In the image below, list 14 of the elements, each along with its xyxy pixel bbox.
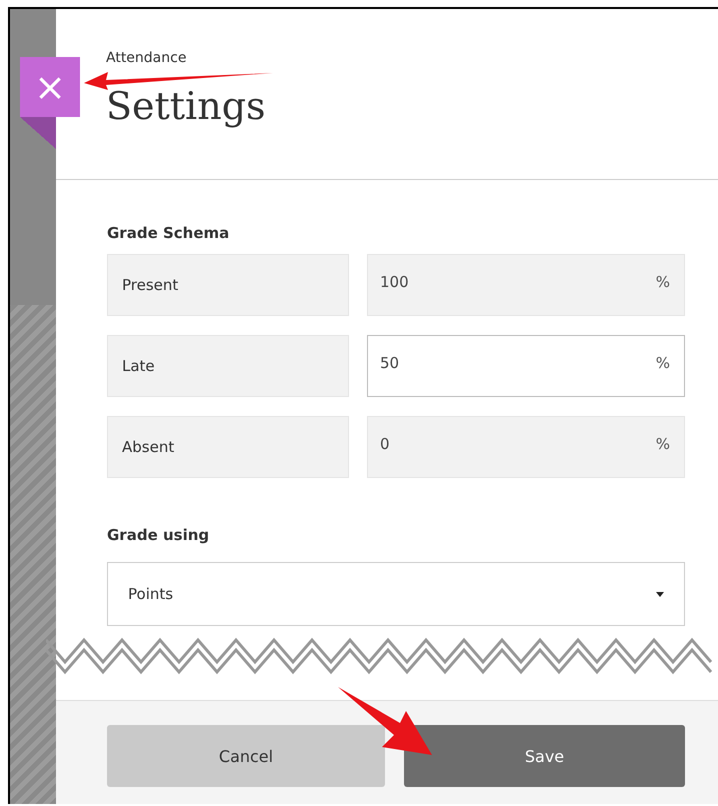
- percent-field[interactable]: 100 %: [367, 254, 685, 316]
- save-button[interactable]: Save: [404, 725, 685, 787]
- percent-field[interactable]: 0 %: [367, 416, 685, 478]
- grade-type-dropdown[interactable]: Points: [107, 562, 685, 626]
- section-heading: Grade using: [107, 526, 210, 544]
- grade-label: Present: [107, 254, 349, 316]
- panel-subtitle: Attendance: [106, 50, 188, 66]
- grade-label: Absent: [107, 416, 349, 478]
- percent-field[interactable]: 50 %: [367, 335, 685, 397]
- cancel-button[interactable]: Cancel: [107, 725, 385, 787]
- section-heading: Grade Schema: [107, 224, 230, 242]
- caret-icon: [656, 592, 664, 596]
- grade-label: Late: [107, 335, 349, 397]
- panel-title: Settings: [106, 84, 267, 128]
